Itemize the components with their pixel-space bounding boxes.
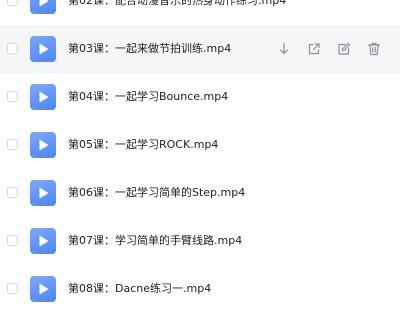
video-file-icon xyxy=(30,276,56,302)
video-file-icon xyxy=(30,0,56,14)
delete-icon[interactable] xyxy=(366,41,382,57)
row-checkbox[interactable] xyxy=(7,0,18,6)
file-row[interactable]: 第05课：一起学习ROCK.mp4 xyxy=(0,121,400,169)
file-row[interactable]: 第03课：一起来做节拍训练.mp4 xyxy=(0,25,400,73)
video-file-icon xyxy=(30,132,56,158)
file-name[interactable]: 第07课：学习简单的手臂线路.mp4 xyxy=(68,217,242,265)
download-icon[interactable] xyxy=(276,41,292,57)
row-checkbox[interactable] xyxy=(7,91,18,102)
video-file-icon xyxy=(30,228,56,254)
row-checkbox[interactable] xyxy=(7,139,18,150)
row-checkbox[interactable] xyxy=(7,283,18,294)
file-row[interactable]: 第06课：一起学习简单的Step.mp4 xyxy=(0,169,400,217)
edit-icon[interactable] xyxy=(336,41,352,57)
row-actions xyxy=(274,41,386,57)
file-name[interactable]: 第04课：一起学习Bounce.mp4 xyxy=(68,73,228,121)
share-icon[interactable] xyxy=(306,41,322,57)
file-name[interactable]: 第05课：一起学习ROCK.mp4 xyxy=(68,121,218,169)
file-name[interactable]: 第08课：Dacne练习一.mp4 xyxy=(68,265,211,313)
file-name[interactable]: 第06课：一起学习简单的Step.mp4 xyxy=(68,169,245,217)
file-name[interactable]: 第03课：一起来做节拍训练.mp4 xyxy=(68,25,231,73)
file-row[interactable]: 第07课：学习简单的手臂线路.mp4 xyxy=(0,217,400,265)
row-checkbox[interactable] xyxy=(7,235,18,246)
file-row[interactable]: 第02课：配合动漫音乐的热身动作练习.mp4 xyxy=(0,0,400,25)
video-file-icon xyxy=(30,84,56,110)
row-checkbox[interactable] xyxy=(7,43,18,54)
file-name[interactable]: 第02课：配合动漫音乐的热身动作练习.mp4 xyxy=(68,0,286,25)
file-row[interactable]: 第08课：Dacne练习一.mp4 xyxy=(0,265,400,313)
file-list: 第02课：配合动漫音乐的热身动作练习.mp4 第03课：一起来做节拍训练.mp4 xyxy=(0,0,400,313)
row-checkbox[interactable] xyxy=(7,187,18,198)
video-file-icon xyxy=(30,180,56,206)
video-file-icon xyxy=(30,36,56,62)
file-row[interactable]: 第04课：一起学习Bounce.mp4 xyxy=(0,73,400,121)
